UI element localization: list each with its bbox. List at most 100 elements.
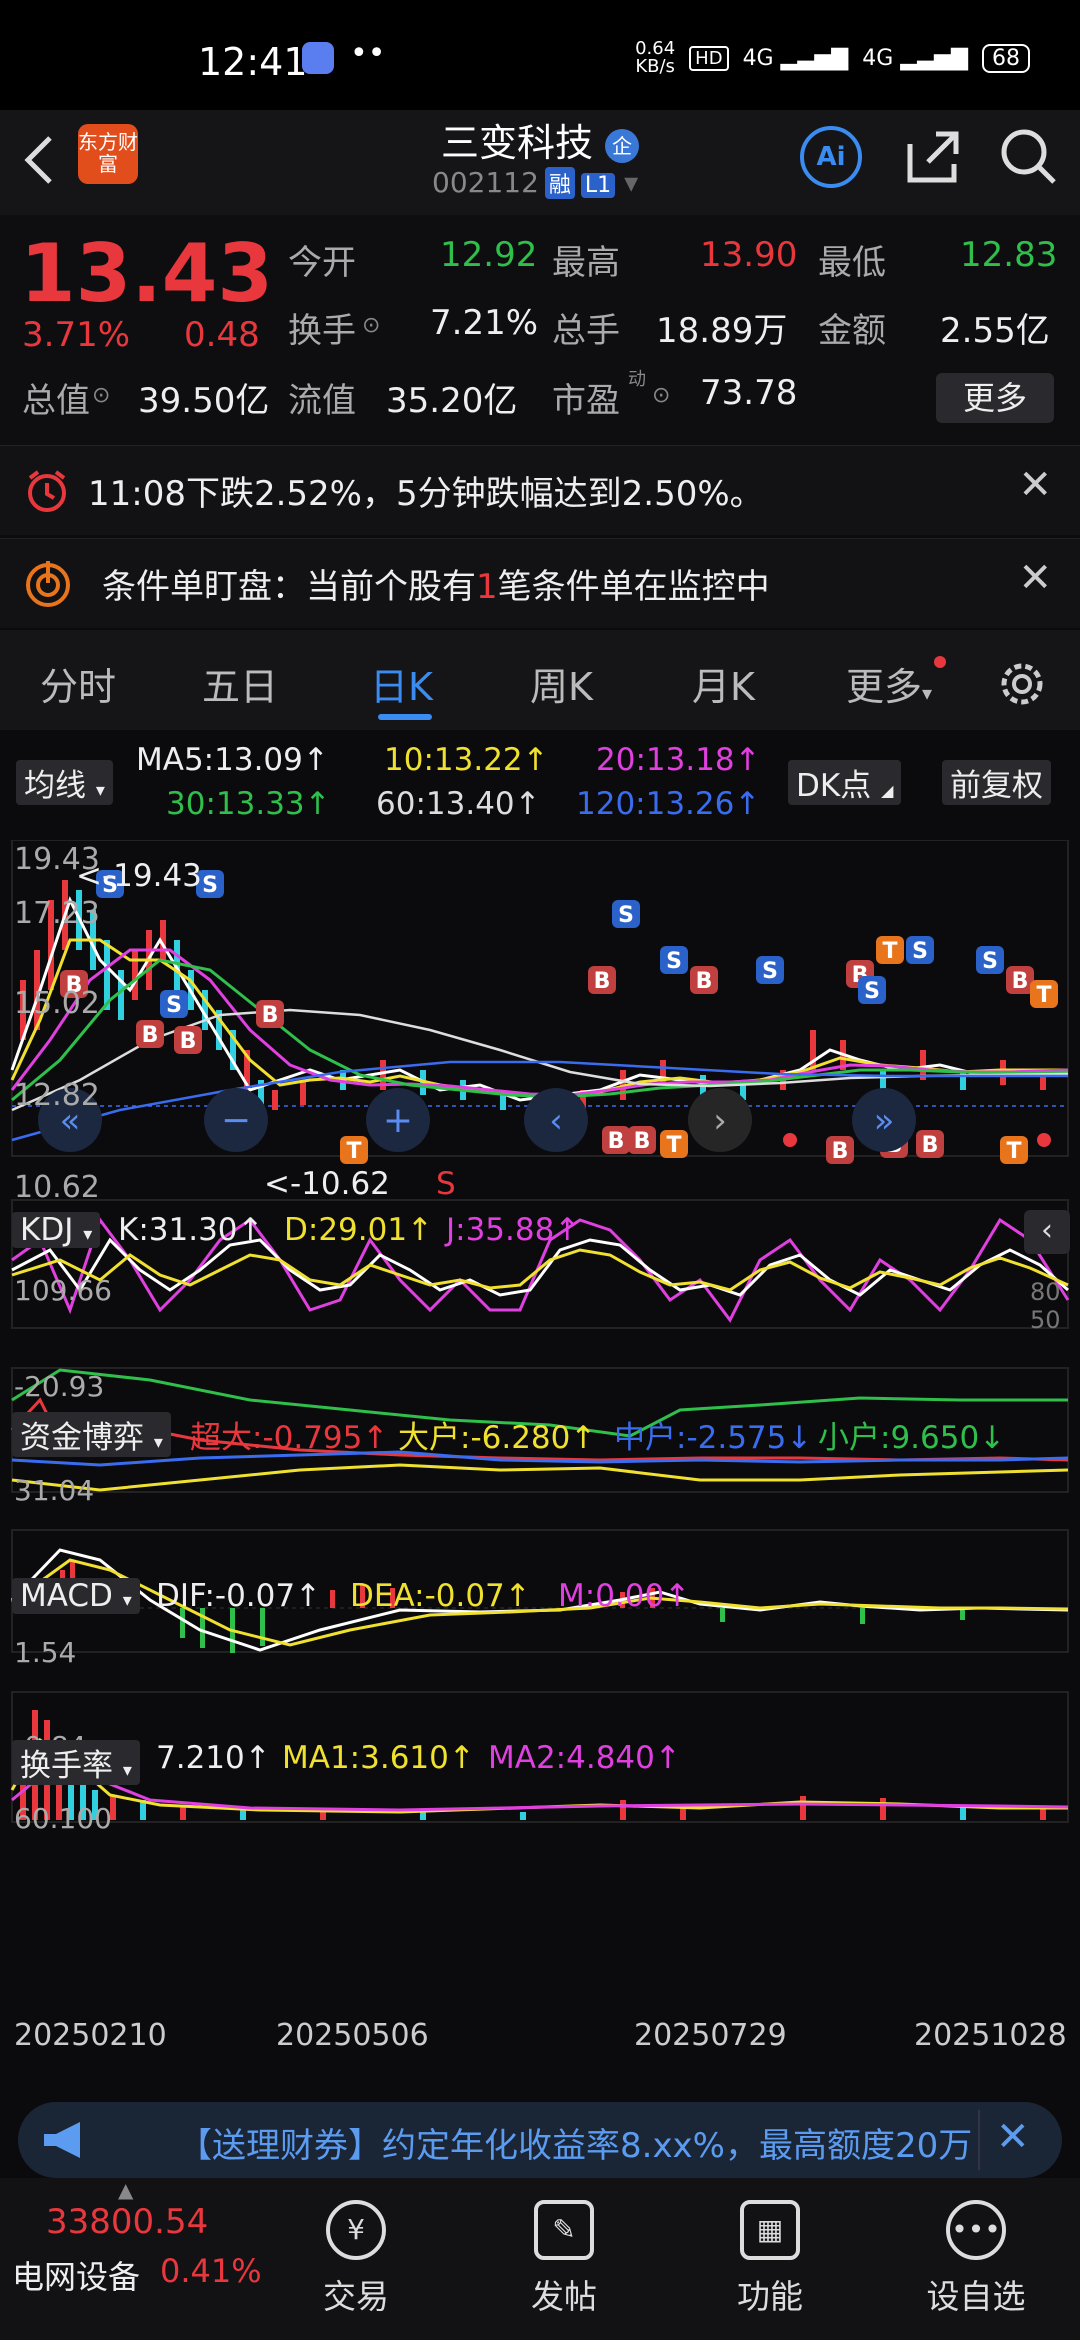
battery-icon: 68 bbox=[982, 43, 1030, 73]
fund-small: 小户:9.650↓ bbox=[818, 1420, 1006, 1456]
promo-banner[interactable]: 【送理财券】约定年化收益率8.xx%，最高额度20万 ✕ bbox=[18, 2102, 1062, 2178]
close-icon[interactable]: ✕ bbox=[1018, 555, 1052, 601]
tab-monthly-k[interactable]: 月K bbox=[692, 656, 755, 711]
tab-five-day[interactable]: 五日 bbox=[202, 656, 278, 711]
nav-post[interactable]: ✎ 发帖 bbox=[494, 2200, 634, 2318]
stock-code: 002112 bbox=[432, 166, 539, 199]
date-label-2: 20250506 bbox=[276, 2018, 429, 2053]
edit-icon: ✎ bbox=[534, 2200, 594, 2260]
svg-text:B: B bbox=[922, 1133, 939, 1158]
target-icon bbox=[26, 561, 70, 607]
signal-icon-2: 4G ▂▃▅▇ bbox=[862, 45, 968, 71]
price-alert-notice[interactable]: 11:08下跌2.52%，5分钟跌幅达到2.50%。 ✕ bbox=[0, 445, 1080, 535]
macd-axis-top: 1.54 bbox=[14, 1636, 77, 1669]
volume-value: 18.89万 bbox=[656, 311, 788, 351]
macd-m: M:0.00↑ bbox=[558, 1578, 691, 1614]
kdj-d-value: D:29.01↑ bbox=[284, 1212, 434, 1248]
price-alert-text: 11:08下跌2.52%，5分钟跌幅达到2.50%。 bbox=[88, 474, 764, 514]
svg-text:S: S bbox=[864, 979, 880, 1004]
close-icon[interactable]: ✕ bbox=[996, 2114, 1030, 2160]
max-price-note: <-19.43 bbox=[76, 858, 202, 894]
nav-functions[interactable]: ▦ 功能 bbox=[700, 2200, 840, 2318]
turnover-axis-top: 60.100 bbox=[14, 1802, 112, 1835]
svg-text:B: B bbox=[142, 1023, 159, 1048]
stock-header: 东方财富 三变科技 企 002112 融 L1 ▾ Ai bbox=[0, 110, 1080, 215]
svg-text:S: S bbox=[202, 873, 218, 898]
red-dot-badge bbox=[934, 656, 946, 668]
expand-up-icon[interactable]: ▲ bbox=[118, 2178, 133, 2202]
dk-point-button[interactable]: DK点 ◢ bbox=[788, 760, 902, 805]
period-tabs: 分时 五日 日K 周K 月K 更多▾ bbox=[0, 630, 1080, 730]
grid-icon: ▦ bbox=[740, 2200, 800, 2260]
enterprise-badge: 企 bbox=[605, 128, 640, 163]
status-indicators: 0.64 KB/s HD 4G ▂▃▅▇ 4G ▂▃▅▇ 68 bbox=[635, 40, 1030, 76]
min-price-note: <-10.62 bbox=[264, 1166, 390, 1202]
sector-index-value: 33800.54 bbox=[46, 2202, 209, 2242]
svg-text:B: B bbox=[594, 969, 611, 994]
turnover-rate-value: 7.210↑ bbox=[156, 1740, 271, 1776]
float-cap-label: 流值 bbox=[288, 381, 356, 421]
tab-weekly-k[interactable]: 周K bbox=[530, 656, 593, 711]
date-label-3: 20250729 bbox=[634, 2018, 787, 2053]
amount-label: 金额 bbox=[818, 311, 886, 351]
turnover-value: 7.21% bbox=[430, 303, 539, 343]
ma20-line bbox=[10, 948, 1069, 1097]
ma20-value: 20:13.18↑ bbox=[596, 742, 761, 778]
svg-text:»: » bbox=[874, 1101, 895, 1141]
turnover-rate-selector[interactable]: 换手率 ▾ bbox=[12, 1740, 140, 1785]
stock-code-row[interactable]: 002112 融 L1 ▾ bbox=[432, 166, 638, 199]
sector-name[interactable]: 电网设备 bbox=[12, 2252, 140, 2298]
turnover-info-icon[interactable]: ⊙ bbox=[362, 313, 380, 338]
nav-add-watchlist[interactable]: ••• 设自选 bbox=[906, 2200, 1046, 2318]
margin-tag: 融 bbox=[544, 167, 575, 199]
collapse-panel-button[interactable]: ‹ bbox=[1024, 1210, 1070, 1254]
amount-value: 2.55亿 bbox=[940, 311, 1050, 351]
macd-dif: DIF:-0.07↑ bbox=[156, 1578, 322, 1614]
sector-change: 0.41% bbox=[160, 2252, 262, 2290]
active-tab-underline bbox=[378, 714, 432, 720]
settings-gear-icon[interactable] bbox=[998, 660, 1046, 708]
info-icon[interactable]: ⊙ bbox=[92, 383, 110, 408]
close-icon[interactable]: ✕ bbox=[1018, 462, 1052, 508]
kdj-axis-bottom: -20.93 bbox=[14, 1370, 105, 1403]
kdj-level-80: 80 bbox=[1030, 1278, 1061, 1306]
kdj-level-50: 50 bbox=[1030, 1306, 1061, 1334]
svg-text:+: + bbox=[383, 1100, 413, 1141]
kdj-selector[interactable]: KDJ ▾ bbox=[12, 1212, 101, 1248]
svg-text:B: B bbox=[634, 1129, 651, 1154]
yen-icon: ¥ bbox=[326, 2200, 386, 2260]
bottom-navigation: ▲ 33800.54 电网设备 0.41% ¥ 交易 ✎ 发帖 ▦ 功能 ••• 设自选 bbox=[0, 2178, 1080, 2340]
fund-axis-top: 31.04 bbox=[14, 1474, 95, 1507]
pe-info-icon[interactable]: ⊙ bbox=[652, 383, 670, 408]
ma-selector[interactable]: 均线 ▾ bbox=[16, 760, 113, 805]
pe-dynamic-mark: 动 bbox=[628, 369, 646, 390]
svg-text:B: B bbox=[1012, 969, 1029, 994]
search-icon[interactable] bbox=[996, 124, 1060, 188]
tab-more[interactable]: 更多▾ bbox=[846, 656, 932, 711]
macd-dea: DEA:-0.07↑ bbox=[350, 1578, 531, 1614]
market-cap-label: 总值 bbox=[22, 381, 90, 421]
tab-daily-k[interactable]: 日K bbox=[370, 656, 433, 711]
change-amount: 0.48 bbox=[184, 315, 260, 355]
share-icon[interactable] bbox=[900, 124, 964, 188]
more-quote-button[interactable]: 更多 bbox=[936, 373, 1054, 423]
tab-intraday[interactable]: 分时 bbox=[40, 656, 116, 711]
date-label-4: 20251028 bbox=[914, 2018, 1067, 2053]
pe-value: 73.78 bbox=[700, 373, 798, 413]
stock-name: 三变科技 bbox=[440, 121, 593, 165]
fund-selector[interactable]: 资金博弈 ▾ bbox=[12, 1412, 171, 1457]
signal-icon-1: 4G ▂▃▅▇ bbox=[742, 45, 849, 71]
ai-assistant-icon[interactable]: Ai bbox=[800, 126, 862, 188]
svg-text:T: T bbox=[1036, 983, 1051, 1008]
more-dots-icon: ••• bbox=[946, 2200, 1006, 2260]
ma30-line bbox=[11, 958, 1069, 1102]
macd-selector[interactable]: MACD ▾ bbox=[12, 1578, 140, 1614]
condition-order-notice[interactable]: 条件单盯盘：当前个股有1笔条件单在监控中 ✕ bbox=[0, 538, 1080, 628]
high-value: 13.90 bbox=[700, 235, 798, 275]
svg-text:T: T bbox=[1006, 1139, 1021, 1164]
fund-medium: 中户:-2.575↓ bbox=[614, 1420, 813, 1456]
fund-super-large: 超大:-0.795↑ bbox=[190, 1420, 389, 1456]
price-adjust-button[interactable]: 前复权 bbox=[942, 760, 1051, 805]
kline-chart-area[interactable]: 均线 ▾ MA5:13.09↑ 10:13.22↑ 20:13.18↑ 30:1… bbox=[0, 730, 1080, 2086]
nav-trade[interactable]: ¥ 交易 bbox=[286, 2200, 426, 2318]
